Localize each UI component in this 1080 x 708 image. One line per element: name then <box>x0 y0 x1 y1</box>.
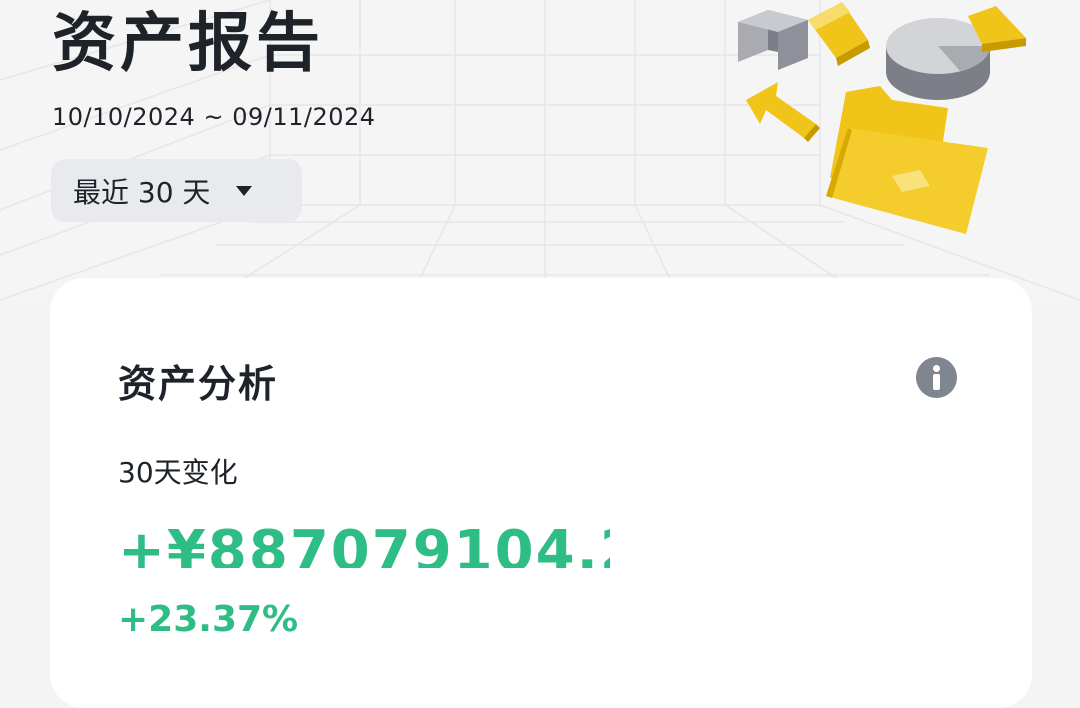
change-amount-container: +¥887079104.24 <box>110 510 610 569</box>
folder-icon <box>826 86 988 234</box>
caret-down-icon <box>236 185 253 196</box>
report-header: 资产报告 10/10/2024 ~ 09/11/2024 最近 30 天 <box>0 0 1080 300</box>
asset-analysis-card: 资产分析 30天变化 +¥887079104.24 +23.37% <box>50 278 1032 708</box>
page-title: 资产报告 <box>52 7 324 81</box>
change-period-label: 30天变化 <box>118 456 238 489</box>
card-title: 资产分析 <box>118 362 279 406</box>
info-icon-dot <box>933 365 940 372</box>
date-range: 10/10/2024 ~ 09/11/2024 <box>52 103 376 131</box>
pie-chart-icon <box>886 6 1026 100</box>
period-dropdown[interactable]: 最近 30 天 <box>51 159 302 222</box>
info-icon-stem <box>933 374 940 390</box>
info-icon[interactable] <box>916 357 957 398</box>
period-selected-label: 最近 30 天 <box>73 175 211 209</box>
change-percent: +23.37% <box>118 599 299 640</box>
change-amount: +¥887079104.24 <box>118 519 610 569</box>
report-illustration <box>738 2 1026 234</box>
bar-blocks-icon <box>738 2 870 70</box>
arrow-icon <box>746 82 820 142</box>
